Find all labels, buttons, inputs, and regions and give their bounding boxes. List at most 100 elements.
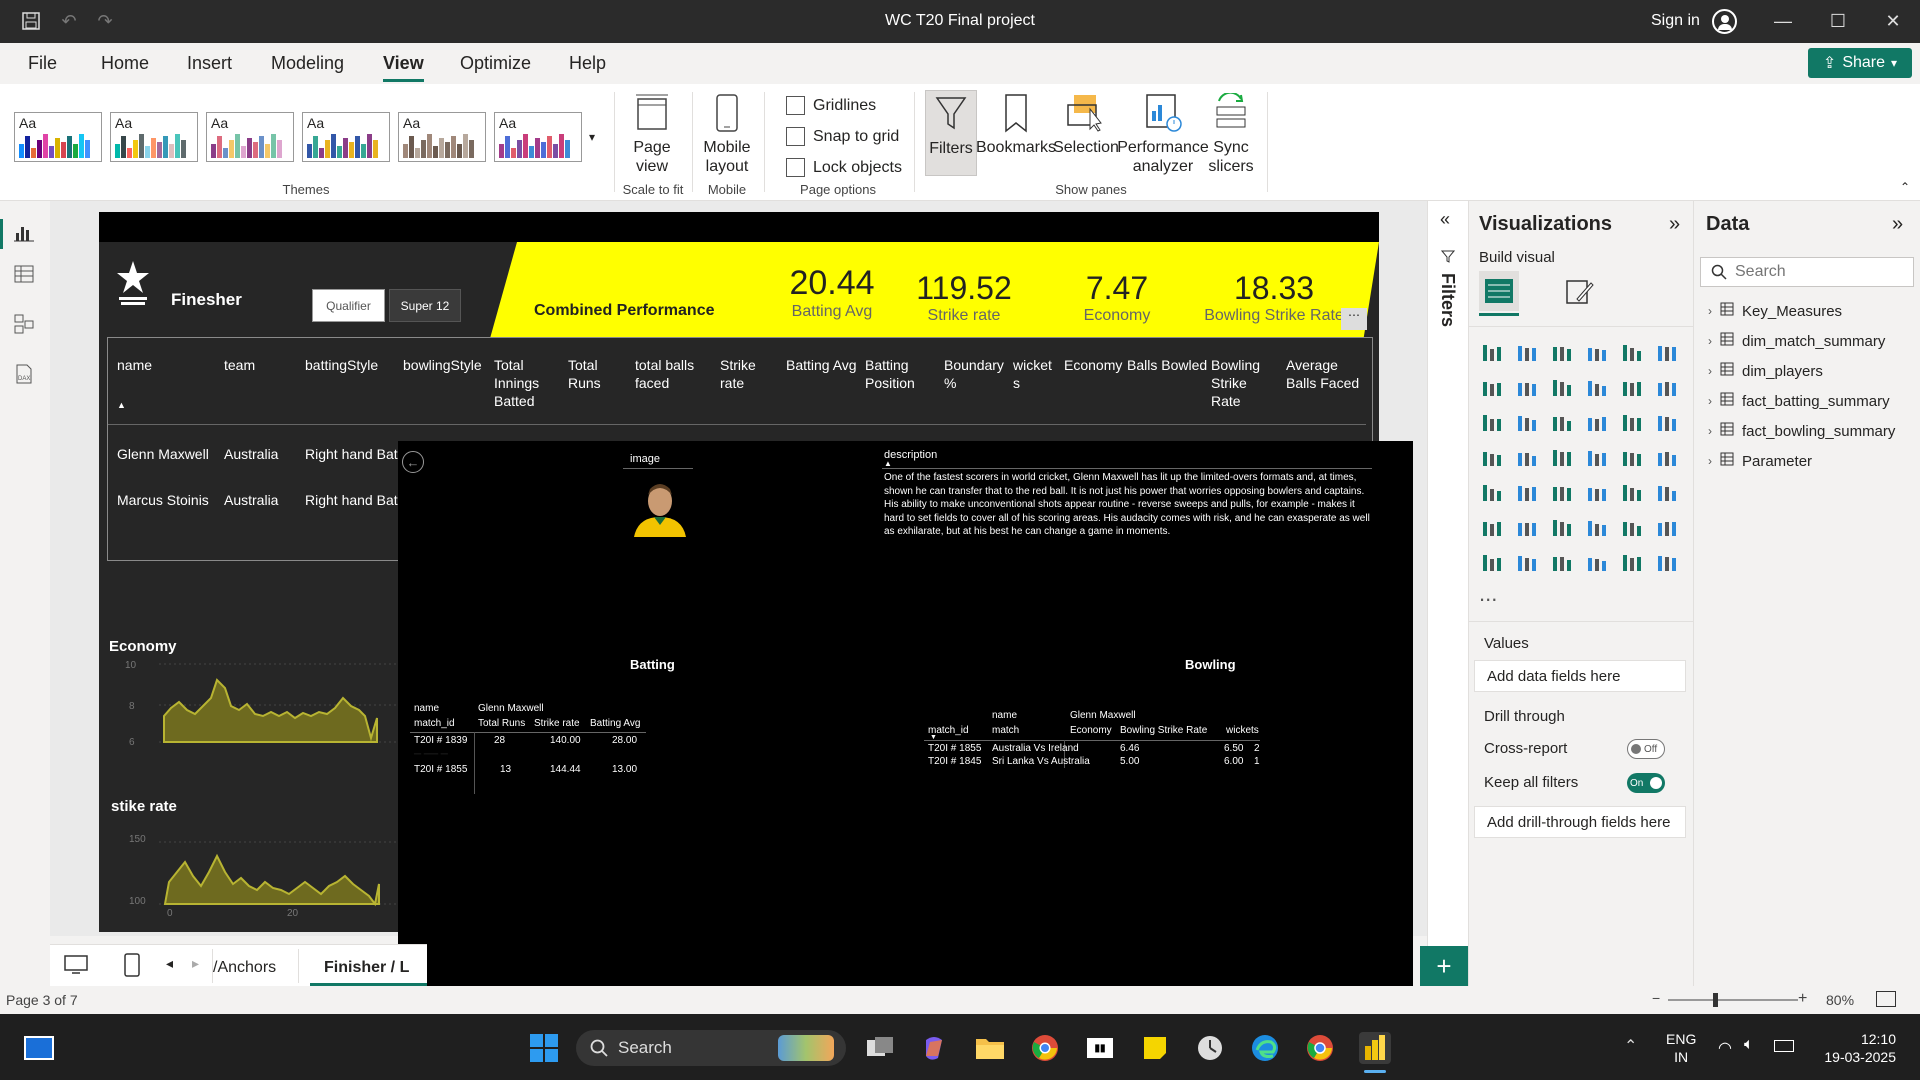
kpi-icon[interactable] (1514, 479, 1540, 505)
copilot-icon[interactable] (918, 1032, 950, 1064)
ribbon-chart-icon[interactable] (1479, 409, 1505, 435)
power-apps-icon[interactable] (1584, 549, 1610, 575)
collapse-visualizations-icon[interactable]: » (1669, 213, 1680, 236)
data-search-input[interactable] (1735, 263, 1895, 281)
task-view-icon[interactable] (864, 1032, 896, 1064)
show-hidden-icons[interactable]: ⌃ (1624, 1036, 1637, 1056)
col-header-balls-bowled[interactable]: Balls Bowled (1127, 356, 1207, 374)
table-item[interactable]: › Key_Measures (1708, 302, 1842, 320)
paginated-report-icon[interactable] (1479, 549, 1505, 575)
col-header-bowling-style[interactable]: bowlingStyle (403, 356, 482, 374)
wifi-icon[interactable]: ◠ (1718, 1038, 1732, 1058)
values-well[interactable]: Add data fields here (1474, 660, 1686, 692)
table-item[interactable]: › Parameter (1708, 452, 1812, 470)
next-page-icon[interactable]: ▸ (192, 955, 199, 972)
col-header-innings[interactable]: Total Innings Batted (494, 356, 554, 410)
close-icon[interactable]: ✕ (1878, 8, 1908, 34)
menu-view[interactable]: View (383, 53, 424, 82)
chevron-right-icon[interactable]: › (1708, 304, 1712, 318)
menu-modeling[interactable]: Modeling (271, 53, 344, 74)
line-chart-icon[interactable] (1479, 374, 1505, 400)
r-visual-icon[interactable] (1654, 479, 1680, 505)
mobile-layout-button[interactable]: Mobile layout (696, 92, 758, 176)
theme-option-3[interactable]: Aa (206, 112, 294, 162)
page-view-button[interactable]: Page view (622, 92, 682, 176)
donut-chart-icon[interactable] (1654, 409, 1680, 435)
100-stacked-bar-chart-icon[interactable] (1619, 339, 1645, 365)
file-explorer-icon[interactable] (974, 1032, 1006, 1064)
share-button[interactable]: ⇪ Share ▾ (1808, 48, 1912, 78)
clustered-bar-chart-icon[interactable] (1549, 339, 1575, 365)
theme-option-2[interactable]: Aa (110, 112, 198, 162)
narrative-icon[interactable] (1619, 514, 1645, 540)
drill-through-well[interactable]: Add drill-through fields here (1474, 806, 1686, 838)
selection-pane-button[interactable]: Selection (1053, 92, 1119, 157)
zoom-slider-thumb[interactable] (1713, 993, 1718, 1007)
report-view-icon[interactable] (13, 221, 35, 246)
sort-icon[interactable]: ▲ (884, 459, 892, 468)
table-item[interactable]: › dim_players (1708, 362, 1823, 380)
col-header-boundary[interactable]: Boundary % (944, 356, 1004, 392)
batting-row[interactable]: T20I # 1855 13 144.44 13.00 (398, 764, 658, 777)
table-view-icon[interactable] (13, 263, 35, 288)
table-item[interactable]: › fact_batting_summary (1708, 392, 1890, 410)
data-search-box[interactable] (1700, 257, 1914, 287)
100-stacked-column-chart-icon[interactable] (1654, 339, 1680, 365)
decomposition-tree-icon[interactable] (1549, 514, 1575, 540)
mobile-layout-icon[interactable] (124, 953, 140, 980)
matrix-icon[interactable] (1619, 479, 1645, 505)
maximize-icon[interactable]: ☐ (1823, 8, 1853, 34)
theme-option-5[interactable]: Aa (398, 112, 486, 162)
power-automate-icon[interactable] (1619, 549, 1645, 575)
super12-button[interactable]: Super 12 (389, 289, 461, 322)
themes-more-button[interactable]: ▾ (584, 110, 600, 164)
col-header-name[interactable]: name (117, 356, 152, 374)
filters-pane-collapsed[interactable]: « Filters (1427, 201, 1469, 986)
funnel-chart-icon[interactable] (1549, 409, 1575, 435)
table-item[interactable]: › dim_match_summary (1708, 332, 1885, 350)
col-header-avg-balls-faced[interactable]: Average Balls Faced (1286, 356, 1366, 392)
stacked-column-chart-icon[interactable] (1514, 339, 1540, 365)
minimize-icon[interactable]: — (1768, 8, 1798, 34)
bookmarks-pane-button[interactable]: Bookmarks (976, 92, 1056, 157)
menu-insert[interactable]: Insert (187, 53, 232, 74)
pie-chart-icon[interactable] (1619, 409, 1645, 435)
slicer-icon[interactable] (1549, 479, 1575, 505)
snap-to-grid-checkbox[interactable]: Snap to grid (786, 127, 899, 146)
lollipop-icon[interactable] (1654, 549, 1680, 575)
back-arrow-icon[interactable]: ← (402, 451, 424, 473)
qualifier-button[interactable]: Qualifier (312, 289, 385, 322)
sort-ascending-icon[interactable]: ▲ (117, 400, 126, 410)
more-options-icon[interactable]: ⋯ (1341, 308, 1367, 330)
filters-label[interactable]: Filters (1437, 273, 1458, 327)
col-header-batting-avg[interactable]: Batting Avg (786, 356, 857, 374)
table-item[interactable]: › fact_bowling_summary (1708, 422, 1895, 440)
theme-option-4[interactable]: Aa (302, 112, 390, 162)
clock[interactable]: 12:10 19-03-2025 (1814, 1030, 1896, 1066)
clustered-column-chart-icon[interactable] (1584, 339, 1610, 365)
col-header-team[interactable]: team (224, 356, 255, 374)
col-header-strike-rate[interactable]: Strike rate (720, 356, 770, 392)
multi-row-card-icon[interactable] (1479, 479, 1505, 505)
theme-option-6[interactable]: Aa (494, 112, 582, 162)
edge-icon[interactable] (1249, 1032, 1281, 1064)
key-influencers-icon[interactable] (1514, 514, 1540, 540)
col-header-batting-style[interactable]: battingStyle (305, 356, 378, 374)
batting-row[interactable]: T20I # 1839 28 140.00 28.00 (398, 735, 658, 748)
collapse-ribbon-icon[interactable]: ⌃ (1900, 180, 1910, 194)
chevron-right-icon[interactable]: › (1708, 394, 1712, 408)
add-page-button[interactable]: + (1420, 946, 1468, 986)
menu-optimize[interactable]: Optimize (460, 53, 531, 74)
line-stacked-column-icon[interactable] (1619, 374, 1645, 400)
menu-help[interactable]: Help (569, 53, 606, 74)
cross-report-toggle[interactable]: Off (1627, 739, 1665, 759)
taskbar-search[interactable]: Search (576, 1030, 846, 1066)
menu-file[interactable]: File (28, 53, 57, 74)
power-bi-icon[interactable] (1359, 1032, 1391, 1064)
line-clustered-column-icon[interactable] (1654, 374, 1680, 400)
col-header-economy[interactable]: Economy (1064, 356, 1122, 374)
gauge-icon[interactable] (1619, 444, 1645, 470)
scatter-chart-icon[interactable] (1584, 409, 1610, 435)
col-header-batting-position[interactable]: Batting Position (865, 356, 925, 392)
more-visuals-button[interactable]: ... (1479, 581, 1497, 607)
